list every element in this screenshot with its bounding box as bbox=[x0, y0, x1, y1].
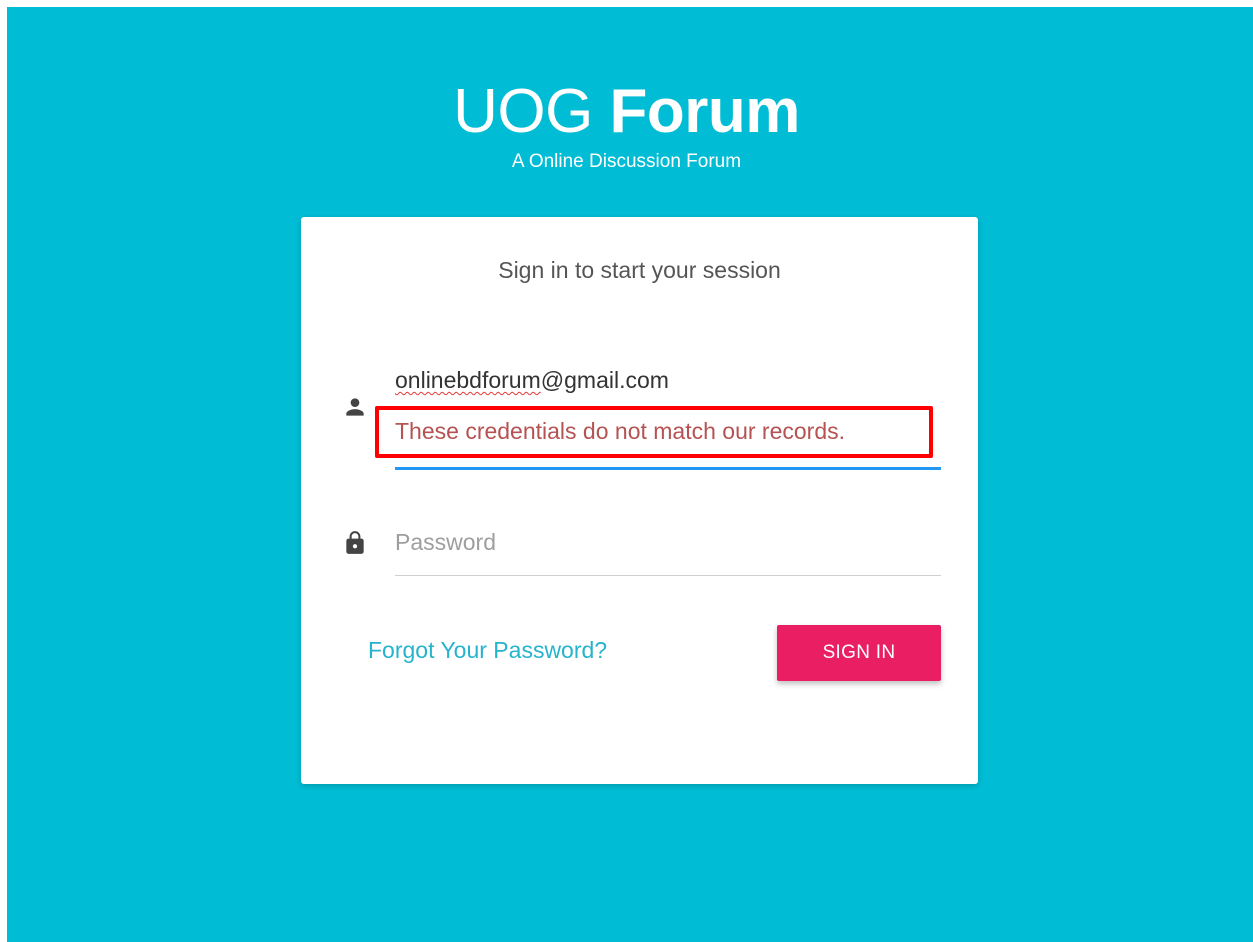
app-title-light: UOG bbox=[453, 77, 593, 146]
password-input[interactable] bbox=[395, 522, 941, 562]
email-value-local: onlinebdforum bbox=[395, 367, 541, 393]
email-value-domain: @gmail.com bbox=[540, 367, 669, 393]
brand-header: UOG Forum A Online Discussion Forum bbox=[0, 76, 1253, 174]
login-heading: Sign in to start your session bbox=[498, 257, 781, 283]
email-field[interactable]: onlinebdforum@gmail.com These credential… bbox=[375, 367, 941, 477]
app-subtitle: A Online Discussion Forum bbox=[511, 151, 742, 172]
forgot-password-link[interactable]: Forgot Your Password? bbox=[368, 637, 607, 664]
login-card: Sign in to start your session onlinebdfo… bbox=[301, 217, 978, 784]
email-underline bbox=[395, 467, 941, 470]
email-value[interactable]: onlinebdforum@gmail.com bbox=[395, 367, 669, 394]
sign-in-button[interactable]: SIGN IN bbox=[777, 625, 941, 681]
person-icon bbox=[342, 394, 368, 420]
password-underline bbox=[395, 575, 941, 576]
email-error-message: These credentials do not match our recor… bbox=[395, 418, 846, 444]
app-title-bold: Forum bbox=[609, 77, 801, 146]
lock-icon bbox=[342, 530, 368, 556]
app-title: UOG Forum bbox=[0, 76, 1253, 148]
password-field[interactable] bbox=[395, 522, 941, 578]
